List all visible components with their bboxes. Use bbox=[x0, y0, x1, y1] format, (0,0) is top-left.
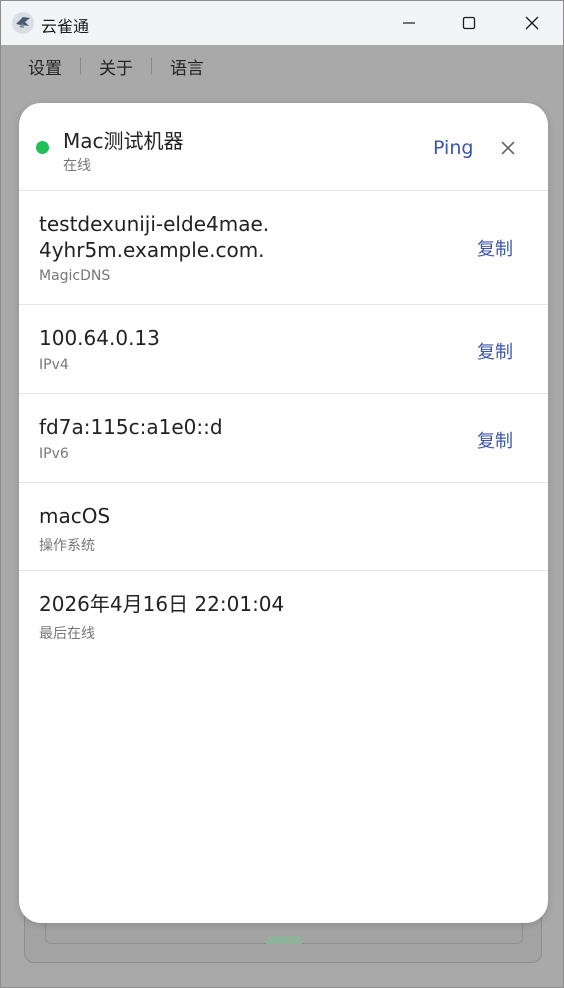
minimize-icon bbox=[403, 22, 415, 24]
menu-settings[interactable]: 设置 bbox=[1, 54, 80, 79]
window-title: 云雀通 bbox=[41, 17, 90, 36]
copy-ipv6-button[interactable]: 复制 bbox=[477, 427, 513, 453]
background-status-pill bbox=[266, 936, 302, 944]
ipv6-row: fd7a:115c:a1e0::d IPv6 复制 bbox=[19, 394, 548, 483]
title-bar: 云雀通 bbox=[1, 1, 563, 45]
os-value: macOS bbox=[39, 504, 111, 528]
close-window-button[interactable] bbox=[509, 7, 555, 39]
ipv4-value: 100.64.0.13 bbox=[39, 326, 160, 350]
last-seen-label: 最后在线 bbox=[39, 626, 95, 642]
online-status-dot bbox=[36, 141, 49, 154]
ping-button[interactable]: Ping bbox=[433, 137, 473, 159]
dns-value-line2: 4yhr5m.example.com. bbox=[39, 238, 265, 262]
last-seen-row: 2026年4月16日 22:01:04 最后在线 bbox=[19, 571, 548, 659]
maximize-button[interactable] bbox=[446, 7, 492, 39]
device-name: Mac测试机器 bbox=[63, 129, 184, 153]
app-window: 云雀通 设置 关于 语言 Mac测试机器 在线 Ping testdexunij… bbox=[0, 0, 564, 988]
minimize-button[interactable] bbox=[386, 7, 432, 39]
dns-row: testdexuniji-elde4mae. 4yhr5m.example.co… bbox=[19, 191, 548, 305]
os-label: 操作系统 bbox=[39, 538, 95, 554]
os-row: macOS 操作系统 bbox=[19, 483, 548, 571]
dialog-header: Mac测试机器 在线 Ping bbox=[19, 103, 548, 191]
ipv4-row: 100.64.0.13 IPv4 复制 bbox=[19, 305, 548, 394]
dns-label: MagicDNS bbox=[39, 268, 111, 284]
menu-language[interactable]: 语言 bbox=[152, 54, 222, 79]
menu-bar: 设置 关于 语言 bbox=[1, 45, 563, 87]
ipv6-value: fd7a:115c:a1e0::d bbox=[39, 415, 223, 439]
close-dialog-button[interactable] bbox=[497, 137, 519, 159]
last-seen-value: 2026年4月16日 22:01:04 bbox=[39, 592, 285, 616]
copy-dns-button[interactable]: 复制 bbox=[477, 235, 513, 261]
ipv4-label: IPv4 bbox=[39, 357, 69, 373]
dns-value-line1: testdexuniji-elde4mae. bbox=[39, 212, 270, 236]
menu-about[interactable]: 关于 bbox=[81, 54, 151, 79]
close-icon bbox=[501, 141, 515, 155]
ipv6-label: IPv6 bbox=[39, 446, 69, 462]
device-status: 在线 bbox=[63, 158, 91, 174]
close-icon bbox=[525, 16, 539, 30]
app-logo-icon bbox=[12, 12, 34, 34]
device-detail-dialog: Mac测试机器 在线 Ping testdexuniji-elde4mae. 4… bbox=[19, 103, 548, 923]
copy-ipv4-button[interactable]: 复制 bbox=[477, 338, 513, 364]
maximize-icon bbox=[462, 16, 476, 30]
